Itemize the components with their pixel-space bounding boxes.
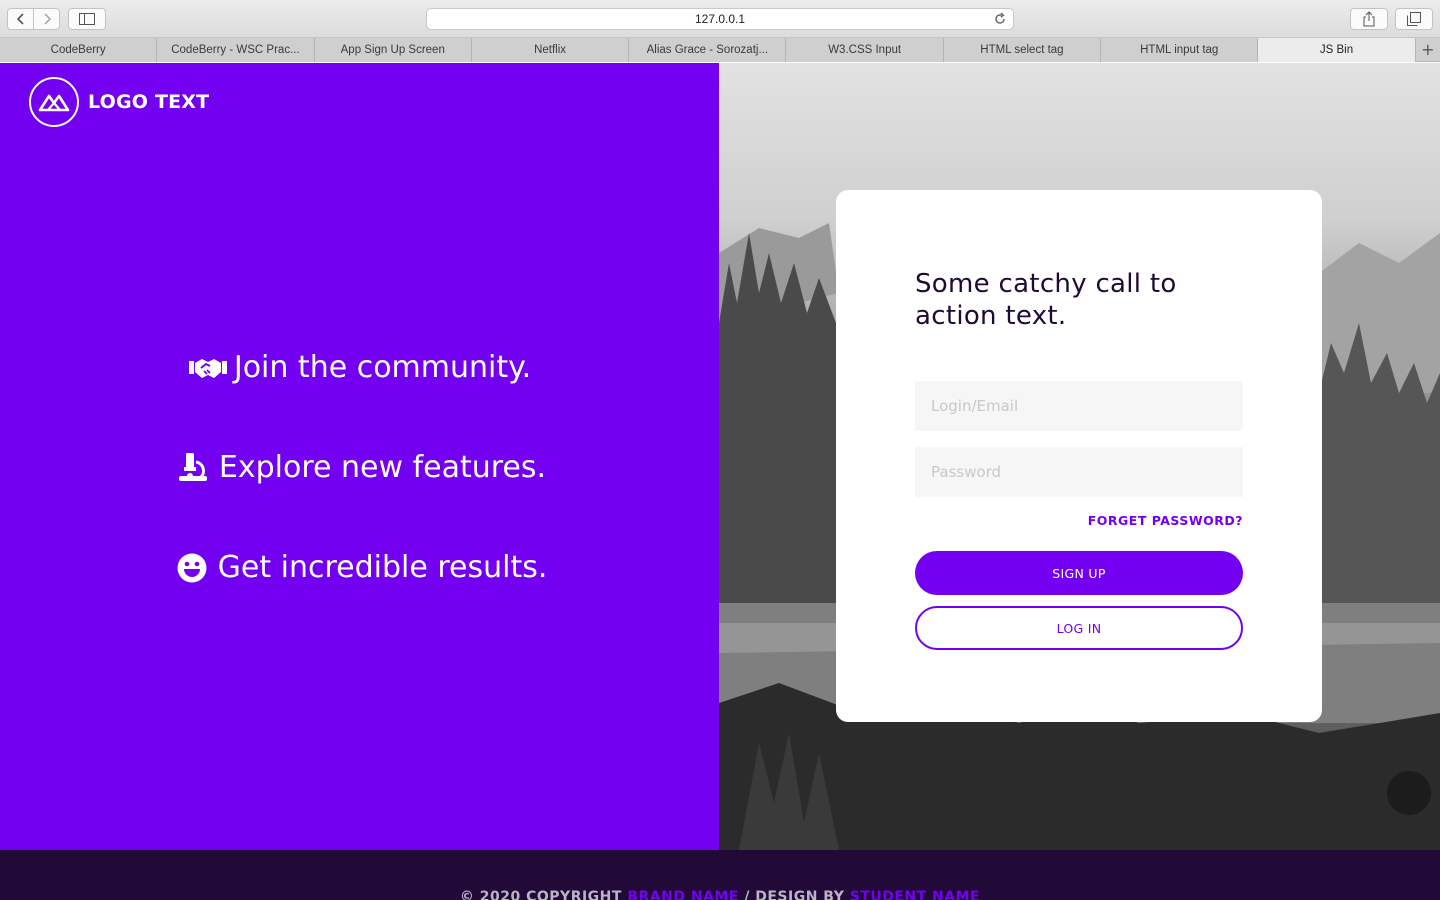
mountain-logo-icon bbox=[29, 77, 79, 127]
forget-password-link[interactable]: FORGET PASSWORD? bbox=[1088, 513, 1243, 528]
tab-html-input[interactable]: HTML input tag bbox=[1101, 38, 1259, 62]
footer-copyright: © 2020 COPYRIGHT BRAND NAME / DESIGN BY … bbox=[0, 889, 1440, 900]
share-icon bbox=[1363, 11, 1375, 27]
tabs-overview-button[interactable] bbox=[1395, 8, 1433, 30]
feature-text: Get incredible results. bbox=[217, 550, 548, 585]
feature-community: Join the community. bbox=[0, 350, 719, 385]
password-input[interactable] bbox=[915, 447, 1243, 497]
feature-results: Get incredible results. bbox=[0, 550, 719, 585]
tab-alias-grace[interactable]: Alias Grace - Sorozatj... bbox=[629, 38, 787, 62]
student-name-link[interactable]: STUDENT NAME bbox=[850, 889, 980, 900]
back-button[interactable] bbox=[8, 9, 33, 29]
tab-label: HTML input tag bbox=[1140, 44, 1219, 56]
design-by-text: / DESIGN BY bbox=[738, 889, 850, 900]
share-button[interactable] bbox=[1350, 8, 1388, 30]
tab-label: Alias Grace - Sorozatj... bbox=[646, 44, 769, 56]
browser-toolbar: 127.0.0.1 bbox=[0, 0, 1440, 38]
tab-label: App Sign Up Screen bbox=[340, 44, 445, 56]
tab-label: CodeBerry - WSC Prac... bbox=[171, 44, 300, 56]
feature-text: Join the community. bbox=[233, 350, 532, 385]
sign-up-button[interactable]: SIGN UP bbox=[915, 551, 1243, 595]
sidebar-icon bbox=[79, 13, 95, 25]
smile-icon bbox=[172, 551, 212, 585]
sidebar-toggle-button[interactable] bbox=[68, 8, 106, 30]
tab-w3css-input[interactable]: W3.CSS Input bbox=[786, 38, 944, 62]
tab-js-bin[interactable]: JS Bin bbox=[1258, 38, 1416, 62]
login-email-input[interactable] bbox=[915, 381, 1243, 431]
handshake-icon bbox=[188, 351, 228, 385]
new-tab-button[interactable]: + bbox=[1415, 38, 1440, 61]
brand-name-link[interactable]: BRAND NAME bbox=[627, 889, 739, 900]
chevron-right-icon bbox=[43, 13, 51, 25]
url-text: 127.0.0.1 bbox=[694, 12, 746, 26]
tab-codeberry-wsc[interactable]: CodeBerry - WSC Prac... bbox=[157, 38, 315, 62]
address-bar[interactable]: 127.0.0.1 bbox=[426, 8, 1014, 30]
feature-text: Explore new features. bbox=[218, 450, 547, 485]
chevron-left-icon bbox=[16, 13, 24, 25]
forward-button[interactable] bbox=[33, 9, 59, 29]
tab-app-sign-up[interactable]: App Sign Up Screen bbox=[314, 38, 472, 62]
copyright-prefix: © 2020 COPYRIGHT bbox=[459, 889, 628, 900]
nav-buttons bbox=[7, 8, 60, 30]
tab-label: CodeBerry bbox=[50, 44, 106, 56]
logo[interactable]: LOGO TEXT bbox=[29, 77, 209, 127]
signup-card: Some catchy call to action text. FORGET … bbox=[836, 190, 1322, 722]
logo-text: LOGO TEXT bbox=[88, 91, 210, 113]
reload-icon[interactable] bbox=[993, 12, 1007, 26]
tabs-icon bbox=[1407, 12, 1421, 26]
microscope-icon bbox=[173, 451, 213, 485]
log-in-button[interactable]: LOG IN bbox=[915, 606, 1243, 650]
tab-html-select[interactable]: HTML select tag bbox=[943, 38, 1102, 62]
tab-label: JS Bin bbox=[1319, 44, 1354, 56]
tab-bar: CodeBerry CodeBerry - WSC Prac... App Si… bbox=[0, 38, 1440, 62]
tab-label: Netflix bbox=[534, 44, 567, 56]
tab-netflix[interactable]: Netflix bbox=[471, 38, 630, 62]
card-heading: Some catchy call to action text. bbox=[915, 269, 1177, 331]
tab-label: W3.CSS Input bbox=[828, 44, 902, 56]
feature-explore: Explore new features. bbox=[0, 450, 719, 485]
tab-label: HTML select tag bbox=[980, 44, 1064, 56]
tab-codeberry[interactable]: CodeBerry bbox=[0, 38, 158, 62]
footer: © 2020 COPYRIGHT BRAND NAME / DESIGN BY … bbox=[0, 850, 1440, 900]
